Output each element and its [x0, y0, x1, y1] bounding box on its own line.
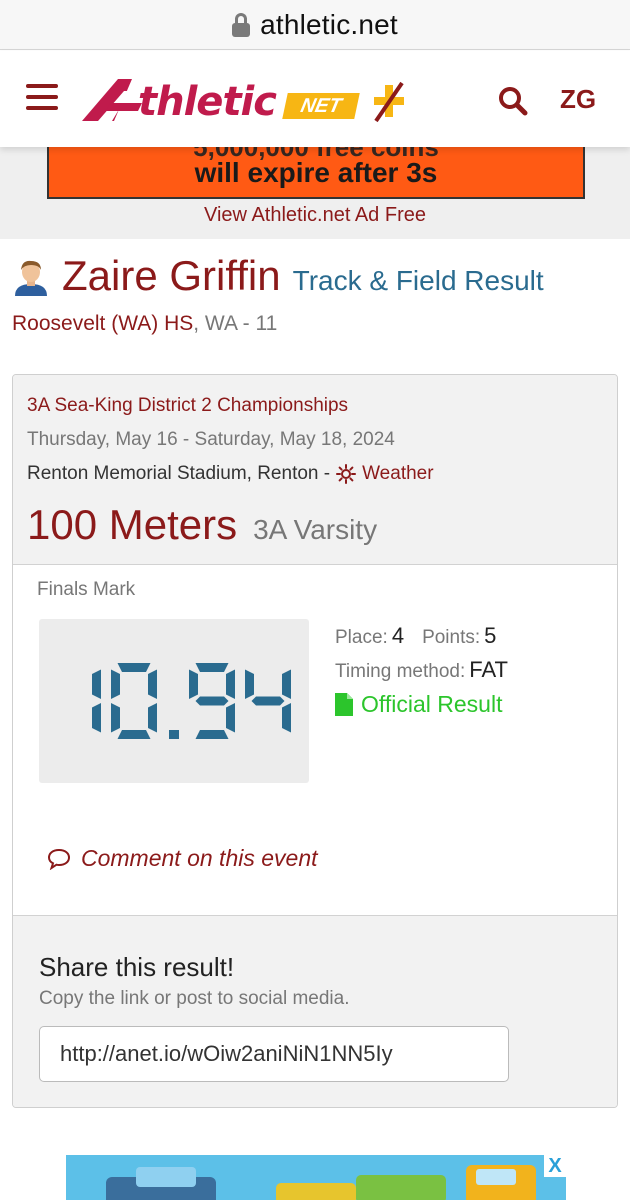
result-card: 3A Sea-King District 2 Championships Thu…: [12, 374, 618, 1108]
result-type-label: Track & Field Result: [292, 265, 544, 296]
person-icon: [15, 260, 47, 296]
meet-name-link[interactable]: 3A Sea-King District 2 Championships: [27, 395, 348, 417]
menu-icon[interactable]: [26, 84, 58, 110]
weather-link[interactable]: Weather: [336, 463, 434, 485]
official-result-label: Official Result: [361, 691, 503, 717]
timing-value: FAT: [469, 657, 508, 682]
mark-digit-3: [189, 663, 235, 739]
points-label: Points:: [422, 627, 481, 648]
logo-net-badge: NET: [282, 93, 360, 119]
place-points-line: Place: 4 Points: 5: [335, 623, 526, 649]
weather-label: Weather: [362, 463, 434, 484]
athlete-header: Zaire Griffin Track & Field Result: [12, 252, 622, 308]
seven-segment-mark: 10.94: [92, 663, 291, 739]
share-section: Share this result! Copy the link or post…: [13, 915, 617, 1107]
browser-url-bar[interactable]: athletic.net: [0, 0, 630, 50]
mark-decimal-point: [169, 730, 179, 739]
place-value: 4: [391, 623, 405, 648]
search-icon[interactable]: [498, 86, 528, 116]
timing-line: Timing method: FAT: [335, 657, 526, 683]
mark-digit-4: [245, 669, 291, 733]
points-value: 5: [484, 623, 497, 648]
comment-label: Comment on this event: [81, 845, 318, 871]
share-subtitle: Copy the link or post to social media.: [39, 988, 350, 1009]
event-row: 100 Meters 3A Varsity: [27, 501, 377, 549]
official-result-link[interactable]: Official Result: [335, 691, 526, 718]
logo-wordmark: thletic: [138, 79, 277, 125]
meet-info: 3A Sea-King District 2 Championships Thu…: [13, 375, 617, 565]
document-icon: [335, 693, 353, 716]
lock-icon: [232, 12, 251, 37]
ad-line-1: 5,000,000 free coins: [193, 147, 439, 162]
site-header: thletic NET ZG: [0, 51, 630, 147]
school-link[interactable]: Roosevelt (WA) HS: [12, 312, 193, 335]
ad-close-button[interactable]: X: [544, 1155, 566, 1177]
mark-digit-1: [111, 663, 157, 739]
user-avatar[interactable]: ZG: [560, 84, 596, 115]
ad-banner[interactable]: 5,000,000 free coins will expire after 3…: [47, 147, 585, 199]
result-stats: Place: 4 Points: 5 Timing method: FAT Offici…: [335, 623, 526, 718]
sun-icon: [336, 464, 357, 484]
place-label: Place:: [335, 627, 388, 648]
comment-icon: [47, 848, 71, 870]
timing-label: Timing method:: [335, 661, 466, 682]
venue-text: Renton Memorial Stadium, Renton -: [27, 463, 331, 484]
athletic-net-logo[interactable]: thletic NET: [80, 73, 410, 133]
finals-mark-display: 10.94: [39, 619, 309, 783]
athlete-name: Zaire Griffin: [62, 252, 281, 299]
bottom-ad-banner[interactable]: X: [66, 1155, 566, 1200]
meet-dates: Thursday, May 16 - Saturday, May 18, 202…: [27, 429, 395, 450]
plus-icon: [374, 81, 404, 123]
school-meta: , WA - 11: [193, 312, 278, 335]
school-row: Roosevelt (WA) HS, WA - 11: [12, 312, 277, 336]
event-level: 3A Varsity: [253, 514, 378, 545]
ad-illustration: [66, 1155, 566, 1200]
finals-mark-label: Finals Mark: [37, 579, 136, 600]
comment-link[interactable]: Comment on this event: [47, 845, 318, 872]
share-title: Share this result!: [39, 952, 235, 982]
mark-digit-0: [92, 669, 101, 733]
ad-free-link[interactable]: View Athletic.net Ad Free: [0, 204, 630, 227]
share-url-input[interactable]: [39, 1026, 509, 1082]
event-name: 100 Meters: [27, 501, 238, 548]
meet-venue: Renton Memorial Stadium, Renton - Weathe…: [27, 463, 434, 485]
ad-zone: 5,000,000 free coins will expire after 3…: [0, 147, 630, 239]
url-domain: athletic.net: [260, 8, 398, 40]
